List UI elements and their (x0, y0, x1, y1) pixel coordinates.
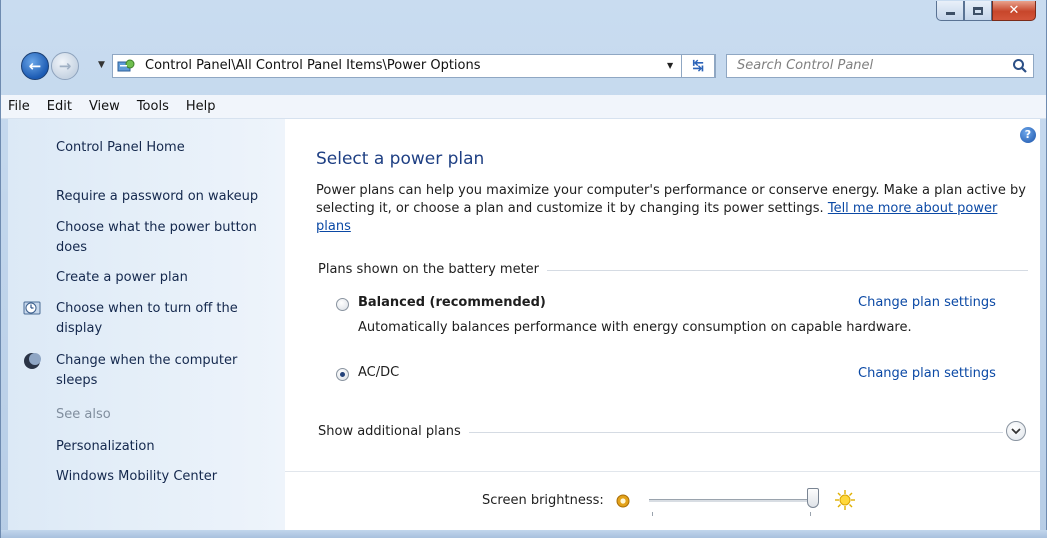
menu-help[interactable]: Help (186, 99, 216, 114)
acdc-change-settings-link[interactable]: Change plan settings (858, 366, 996, 381)
menu-view[interactable]: View (89, 99, 120, 114)
bright-sun-icon (835, 490, 855, 510)
brightness-slider-thumb[interactable] (807, 488, 819, 508)
close-icon: ✕ (1008, 3, 1020, 18)
address-bar[interactable]: Control Panel\All Control Panel Items\Po… (112, 54, 716, 78)
brightness-slider-track[interactable] (649, 499, 819, 502)
display-timer-icon (23, 301, 41, 315)
balanced-plan-name[interactable]: Balanced (recommended) (358, 295, 546, 310)
create-plan-link[interactable]: Create a power plan (56, 268, 278, 288)
require-password-link[interactable]: Require a password on wakeup (56, 187, 278, 207)
expand-button[interactable] (1006, 421, 1026, 441)
minimize-button[interactable] (936, 1, 964, 21)
mobility-center-link[interactable]: Windows Mobility Center (56, 467, 278, 487)
page-description: Power plans can help you maximize your c… (316, 182, 1032, 236)
main-content: ? Select a power plan Power plans can he… (285, 119, 1040, 530)
menu-file[interactable]: File (8, 99, 30, 114)
see-also-heading: See also (56, 407, 111, 422)
navigation-bar: ← → ▼ Control Panel\All Control Panel It… (1, 47, 1046, 87)
slider-tick (652, 512, 653, 516)
plans-group-label: Plans shown on the battery meter (318, 262, 548, 277)
sleep-moon-icon (24, 353, 41, 369)
control-panel-home-link[interactable]: Control Panel Home (56, 138, 278, 158)
menu-tools[interactable]: Tools (137, 99, 169, 114)
brightness-bar: Screen brightness: (285, 471, 1040, 530)
task-pane: Control Panel Home Require a password on… (8, 119, 285, 530)
show-additional-plans[interactable]: Show additional plans (318, 424, 469, 439)
back-arrow-icon: ← (28, 57, 42, 75)
dim-sun-icon (616, 494, 630, 508)
minimize-icon (945, 12, 955, 15)
back-button[interactable]: ← (21, 52, 49, 80)
recent-pages-dropdown-icon[interactable]: ▼ (98, 60, 105, 70)
menu-edit[interactable]: Edit (47, 99, 72, 114)
balanced-plan-description: Automatically balances performance with … (358, 320, 912, 335)
personalization-link[interactable]: Personalization (56, 437, 278, 457)
page-title: Select a power plan (316, 149, 485, 169)
slider-tick (810, 512, 811, 516)
close-button[interactable]: ✕ (992, 1, 1036, 21)
search-box[interactable]: Search Control Panel (726, 54, 1034, 78)
menu-bar: File Edit View Tools Help (1, 95, 1046, 119)
forward-button[interactable]: → (51, 52, 79, 80)
power-button-link[interactable]: Choose what the power button does (56, 218, 278, 258)
computer-sleeps-link[interactable]: Change when the computer sleeps (56, 351, 278, 391)
maximize-button[interactable] (964, 1, 992, 21)
balanced-radio[interactable] (336, 298, 349, 311)
chevron-down-icon (1011, 427, 1021, 434)
acdc-plan-name[interactable]: AC/DC (358, 365, 399, 380)
balanced-change-settings-link[interactable]: Change plan settings (858, 295, 996, 310)
search-placeholder: Search Control Panel (737, 58, 874, 73)
window-frame: ✕ ← → ▼ Control Panel\All Control Panel … (0, 0, 1047, 538)
address-dropdown-icon[interactable]: ▼ (667, 61, 673, 70)
help-icon[interactable]: ? (1020, 127, 1036, 143)
window-bottom-edge (1, 530, 1047, 538)
maximize-icon (973, 6, 983, 15)
acdc-radio[interactable] (336, 368, 349, 381)
title-bar: ✕ (1, 0, 1046, 46)
brightness-label: Screen brightness: (482, 493, 604, 508)
refresh-button[interactable]: ↹ (681, 54, 715, 78)
forward-arrow-icon: → (58, 57, 72, 75)
search-icon[interactable] (1011, 57, 1029, 75)
window-controls: ✕ (936, 1, 1036, 21)
address-path: Control Panel\All Control Panel Items\Po… (145, 58, 481, 73)
refresh-icon: ↹ (692, 58, 704, 74)
turn-off-display-link[interactable]: Choose when to turn off the display (56, 299, 278, 339)
control-panel-icon (117, 59, 135, 72)
